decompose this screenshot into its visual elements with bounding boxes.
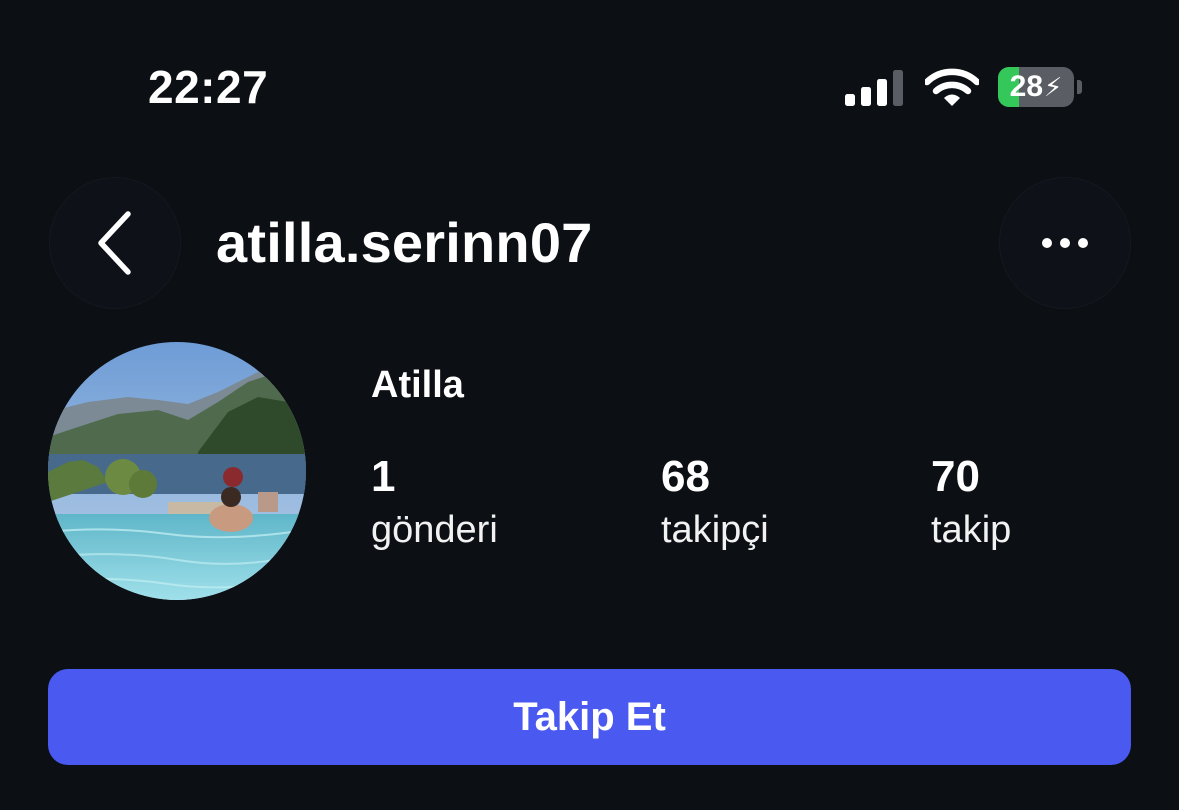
followers-label: takipçi bbox=[661, 509, 769, 551]
avatar-photo-image bbox=[48, 342, 306, 600]
cellular-signal-icon bbox=[845, 70, 903, 106]
profile-screen: 22:27 28 ⚡ atilla.serinn07 Atilla 1 gönd… bbox=[0, 0, 1179, 810]
charging-bolt-icon: ⚡ bbox=[1044, 71, 1063, 102]
following-count: 70 bbox=[931, 452, 980, 501]
posts-count: 1 bbox=[371, 452, 396, 501]
battery-cap bbox=[1077, 80, 1082, 94]
profile-username: atilla.serinn07 bbox=[216, 211, 593, 274]
status-time: 22:27 bbox=[148, 61, 269, 113]
profile-display-name: Atilla bbox=[371, 364, 464, 406]
battery-indicator: 28 ⚡ bbox=[998, 67, 1074, 107]
followers-count: 68 bbox=[661, 452, 710, 501]
profile-avatar[interactable] bbox=[48, 342, 306, 600]
chevron-left-icon bbox=[98, 211, 131, 275]
follow-button[interactable]: Takip Et bbox=[48, 669, 1131, 765]
back-button[interactable] bbox=[50, 178, 180, 308]
battery-level: 28 bbox=[1009, 70, 1044, 103]
stat-followers[interactable]: 68 takipçi bbox=[661, 450, 769, 556]
stat-following[interactable]: 70 takip bbox=[931, 450, 1011, 556]
wifi-icon bbox=[925, 68, 979, 106]
posts-label: gönderi bbox=[371, 509, 498, 551]
status-bar: 22:27 28 ⚡ bbox=[0, 0, 1179, 150]
ellipsis-horizontal-icon bbox=[1042, 238, 1088, 248]
more-options-button[interactable] bbox=[1000, 178, 1130, 308]
following-label: takip bbox=[931, 509, 1012, 551]
stat-posts[interactable]: 1 gönderi bbox=[371, 450, 498, 556]
